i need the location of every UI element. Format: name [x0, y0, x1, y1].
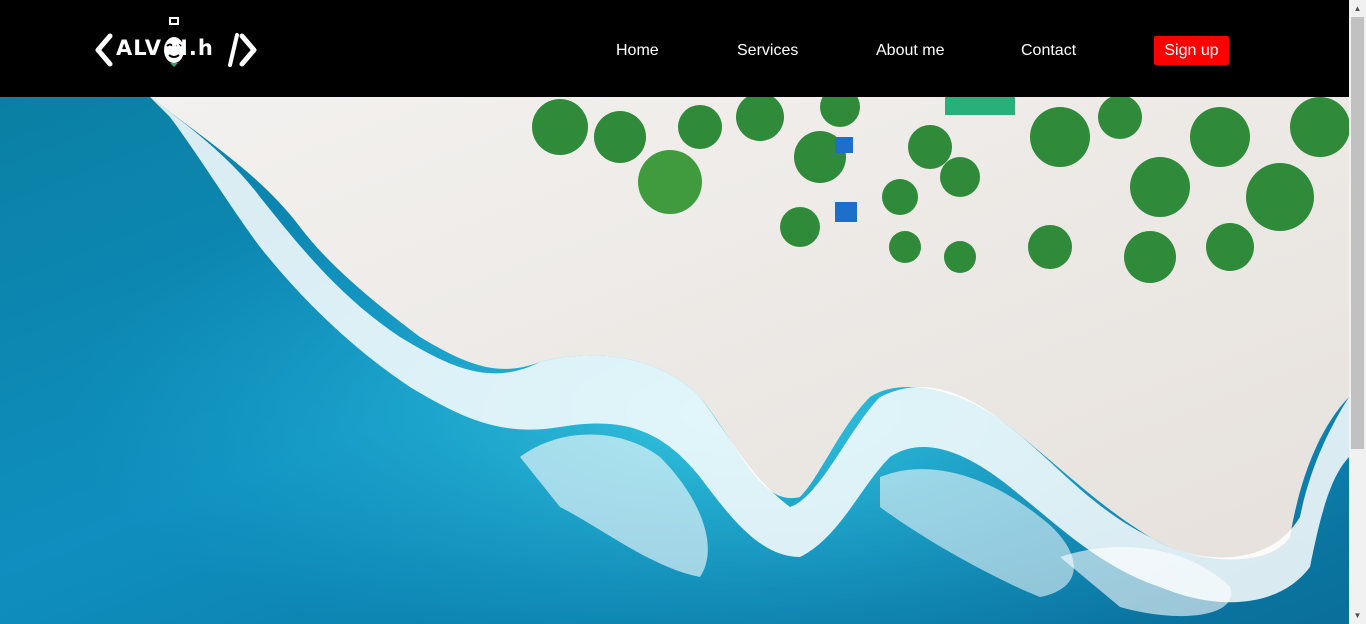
site-logo[interactable]: ALV N.h [94, 14, 260, 74]
logo-text: ALV N.h [116, 36, 214, 60]
scroll-down-icon[interactable]: ▼ [1349, 607, 1366, 624]
vertical-scrollbar[interactable]: ▲ ▼ [1349, 0, 1366, 624]
signup-button[interactable]: Sign up [1154, 36, 1229, 65]
scroll-thumb[interactable] [1351, 17, 1364, 449]
site-header: ALV N.h Home Services About me Contact S… [0, 0, 1349, 97]
nav-contact[interactable]: Contact [1021, 41, 1076, 61]
nav-home[interactable]: Home [616, 41, 659, 61]
scroll-up-icon[interactable]: ▲ [1349, 0, 1366, 17]
nav-about-me[interactable]: About me [876, 41, 944, 61]
hero-image [0, 97, 1349, 624]
nav-services[interactable]: Services [737, 41, 798, 61]
aerial-beach-icon [0, 97, 1349, 624]
